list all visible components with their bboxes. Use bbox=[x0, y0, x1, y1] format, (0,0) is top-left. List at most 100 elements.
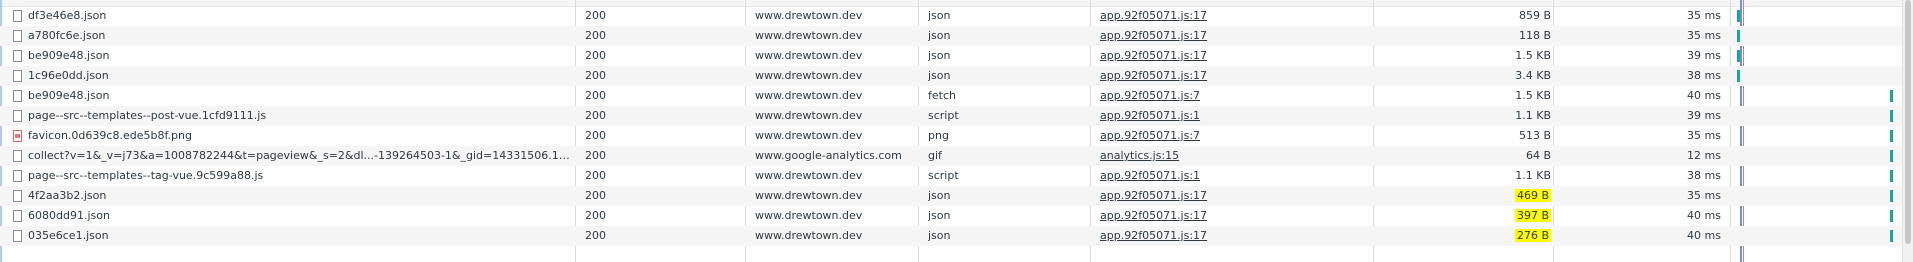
response-size-text: 1.5 KB bbox=[1515, 89, 1551, 102]
initiator-link[interactable]: app.92f05071.js:17 bbox=[1100, 9, 1207, 22]
request-name[interactable]: 035e6ce1.json bbox=[28, 226, 574, 246]
response-size: 276 B bbox=[1385, 226, 1551, 246]
request-name[interactable]: be909e48.json bbox=[28, 86, 574, 106]
response-size-text: 118 B bbox=[1518, 29, 1551, 42]
waterfall-bar bbox=[1890, 90, 1893, 102]
request-time: 40 ms bbox=[1687, 229, 1721, 242]
initiator-link[interactable]: app.92f05071.js:17 bbox=[1100, 69, 1207, 82]
initiator-link[interactable]: app.92f05071.js:7 bbox=[1100, 89, 1200, 102]
vertical-scrollbar[interactable] bbox=[1902, 0, 1913, 262]
initiator-link[interactable]: app.92f05071.js:7 bbox=[1100, 129, 1200, 142]
table-row[interactable]: page--src--templates--post-vue.1cfd9111.… bbox=[0, 106, 1913, 126]
initiator-cell: app.92f05071.js:17 bbox=[1100, 26, 1380, 46]
request-type: json bbox=[928, 69, 951, 82]
request-domain: www.drewtown.dev bbox=[755, 129, 863, 142]
response-size-text: 1.5 KB bbox=[1515, 49, 1551, 62]
initiator-cell: app.92f05071.js:7 bbox=[1100, 86, 1380, 106]
table-row[interactable]: collect?v=1&_v=j73&a=1008782244&t=pagevi… bbox=[0, 146, 1913, 166]
request-time: 40 ms bbox=[1687, 209, 1721, 222]
request-domain: www.drewtown.dev bbox=[755, 209, 863, 222]
initiator-link[interactable]: analytics.js:15 bbox=[1100, 149, 1179, 162]
status-code: 200 bbox=[585, 229, 606, 242]
status-code: 200 bbox=[585, 209, 606, 222]
waterfall-bar bbox=[1737, 30, 1740, 42]
request-domain: www.drewtown.dev bbox=[755, 9, 863, 22]
waterfall-bar bbox=[1890, 190, 1893, 202]
request-time: 39 ms bbox=[1687, 109, 1721, 122]
request-domain: www.drewtown.dev bbox=[755, 169, 863, 182]
initiator-cell: app.92f05071.js:7 bbox=[1100, 126, 1380, 146]
request-time: 38 ms bbox=[1687, 69, 1721, 82]
table-row[interactable]: 1c96e0dd.json 200 www.drewtown.dev json app.… bbox=[0, 66, 1913, 86]
status-code: 200 bbox=[585, 69, 606, 82]
request-type: json bbox=[928, 189, 951, 202]
request-name[interactable]: page--src--templates--post-vue.1cfd9111.… bbox=[28, 106, 574, 126]
request-name[interactable]: collect?v=1&_v=j73&a=1008782244&t=pagevi… bbox=[28, 146, 574, 166]
network-request-table: df3e46e8.json 200 www.drewtown.dev json app.… bbox=[0, 0, 1913, 262]
request-type: json bbox=[928, 9, 951, 22]
initiator-cell: app.92f05071.js:1 bbox=[1100, 106, 1380, 126]
initiator-link[interactable]: app.92f05071.js:1 bbox=[1100, 109, 1200, 122]
table-row[interactable]: 4f2aa3b2.json 200 www.drewtown.dev json app.… bbox=[0, 186, 1913, 206]
initiator-cell: app.92f05071.js:17 bbox=[1100, 186, 1380, 206]
table-row[interactable]: 6080dd91.json 200 www.drewtown.dev json app.… bbox=[0, 206, 1913, 226]
request-domain: www.drewtown.dev bbox=[755, 189, 863, 202]
request-name[interactable]: 4f2aa3b2.json bbox=[28, 186, 574, 206]
response-size: 3.4 KB bbox=[1385, 66, 1551, 86]
table-row[interactable]: favicon.0d639c8.ede5b8f.png 200 www.drewto… bbox=[0, 126, 1913, 146]
initiator-link[interactable]: app.92f05071.js:17 bbox=[1100, 229, 1207, 242]
response-size-text: 469 B bbox=[1514, 189, 1551, 202]
request-type: fetch bbox=[928, 89, 956, 102]
table-row[interactable]: a780fc6e.json 200 www.drewtown.dev json app.… bbox=[0, 26, 1913, 46]
file-icon bbox=[13, 30, 22, 42]
file-icon bbox=[13, 170, 22, 182]
initiator-link[interactable]: app.92f05071.js:17 bbox=[1100, 209, 1207, 222]
table-row[interactable]: be909e48.json 200 www.drewtown.dev fetch app… bbox=[0, 86, 1913, 106]
table-row[interactable]: page--src--templates--tag-vue.9c599a88.j… bbox=[0, 166, 1913, 186]
request-name[interactable]: 1c96e0dd.json bbox=[28, 66, 574, 86]
file-icon bbox=[13, 10, 22, 22]
initiator-link[interactable]: app.92f05071.js:17 bbox=[1100, 49, 1207, 62]
request-name[interactable]: df3e46e8.json bbox=[28, 6, 574, 26]
initiator-link[interactable]: app.92f05071.js:17 bbox=[1100, 189, 1207, 202]
response-size: 64 B bbox=[1385, 146, 1551, 166]
initiator-link[interactable]: app.92f05071.js:1 bbox=[1100, 169, 1200, 182]
response-size-text: 1.1 KB bbox=[1515, 109, 1551, 122]
response-size-text: 276 B bbox=[1514, 229, 1551, 242]
response-size-text: 3.4 KB bbox=[1515, 69, 1551, 82]
request-domain: www.drewtown.dev bbox=[755, 49, 863, 62]
scrollbar-thumb[interactable] bbox=[1905, 0, 1911, 244]
request-name[interactable]: favicon.0d639c8.ede5b8f.png bbox=[28, 126, 574, 146]
response-size: 859 B bbox=[1385, 6, 1551, 26]
waterfall-bar bbox=[1737, 10, 1740, 22]
request-name[interactable]: a780fc6e.json bbox=[28, 26, 574, 46]
table-row[interactable]: 035e6ce1.json 200 www.drewtown.dev json app.… bbox=[0, 226, 1913, 246]
response-size: 1.5 KB bbox=[1385, 86, 1551, 106]
status-code: 200 bbox=[585, 169, 606, 182]
initiator-link[interactable]: app.92f05071.js:17 bbox=[1100, 29, 1207, 42]
request-time: 35 ms bbox=[1687, 9, 1721, 22]
request-domain: www.drewtown.dev bbox=[755, 29, 863, 42]
table-row[interactable]: be909e48.json 200 www.drewtown.dev json app.… bbox=[0, 46, 1913, 66]
response-size-text: 859 B bbox=[1518, 9, 1551, 22]
request-time: 38 ms bbox=[1687, 169, 1721, 182]
request-time: 35 ms bbox=[1687, 129, 1721, 142]
request-type: json bbox=[928, 29, 951, 42]
request-domain: www.google-analytics.com bbox=[755, 149, 902, 162]
initiator-cell: app.92f05071.js:17 bbox=[1100, 6, 1380, 26]
response-size: 469 B bbox=[1385, 186, 1551, 206]
request-domain: www.drewtown.dev bbox=[755, 109, 863, 122]
status-code: 200 bbox=[585, 149, 606, 162]
waterfall-bar bbox=[1890, 230, 1893, 242]
file-icon bbox=[13, 150, 22, 162]
image-file-icon bbox=[13, 130, 22, 142]
status-code: 200 bbox=[585, 89, 606, 102]
response-size: 1.1 KB bbox=[1385, 166, 1551, 186]
status-code: 200 bbox=[585, 49, 606, 62]
request-name[interactable]: be909e48.json bbox=[28, 46, 574, 66]
request-name[interactable]: page--src--templates--tag-vue.9c599a88.j… bbox=[28, 166, 574, 186]
table-row[interactable]: df3e46e8.json 200 www.drewtown.dev json app.… bbox=[0, 6, 1913, 26]
response-size-text: 513 B bbox=[1518, 129, 1551, 142]
initiator-cell: app.92f05071.js:17 bbox=[1100, 206, 1380, 226]
request-name[interactable]: 6080dd91.json bbox=[28, 206, 574, 226]
